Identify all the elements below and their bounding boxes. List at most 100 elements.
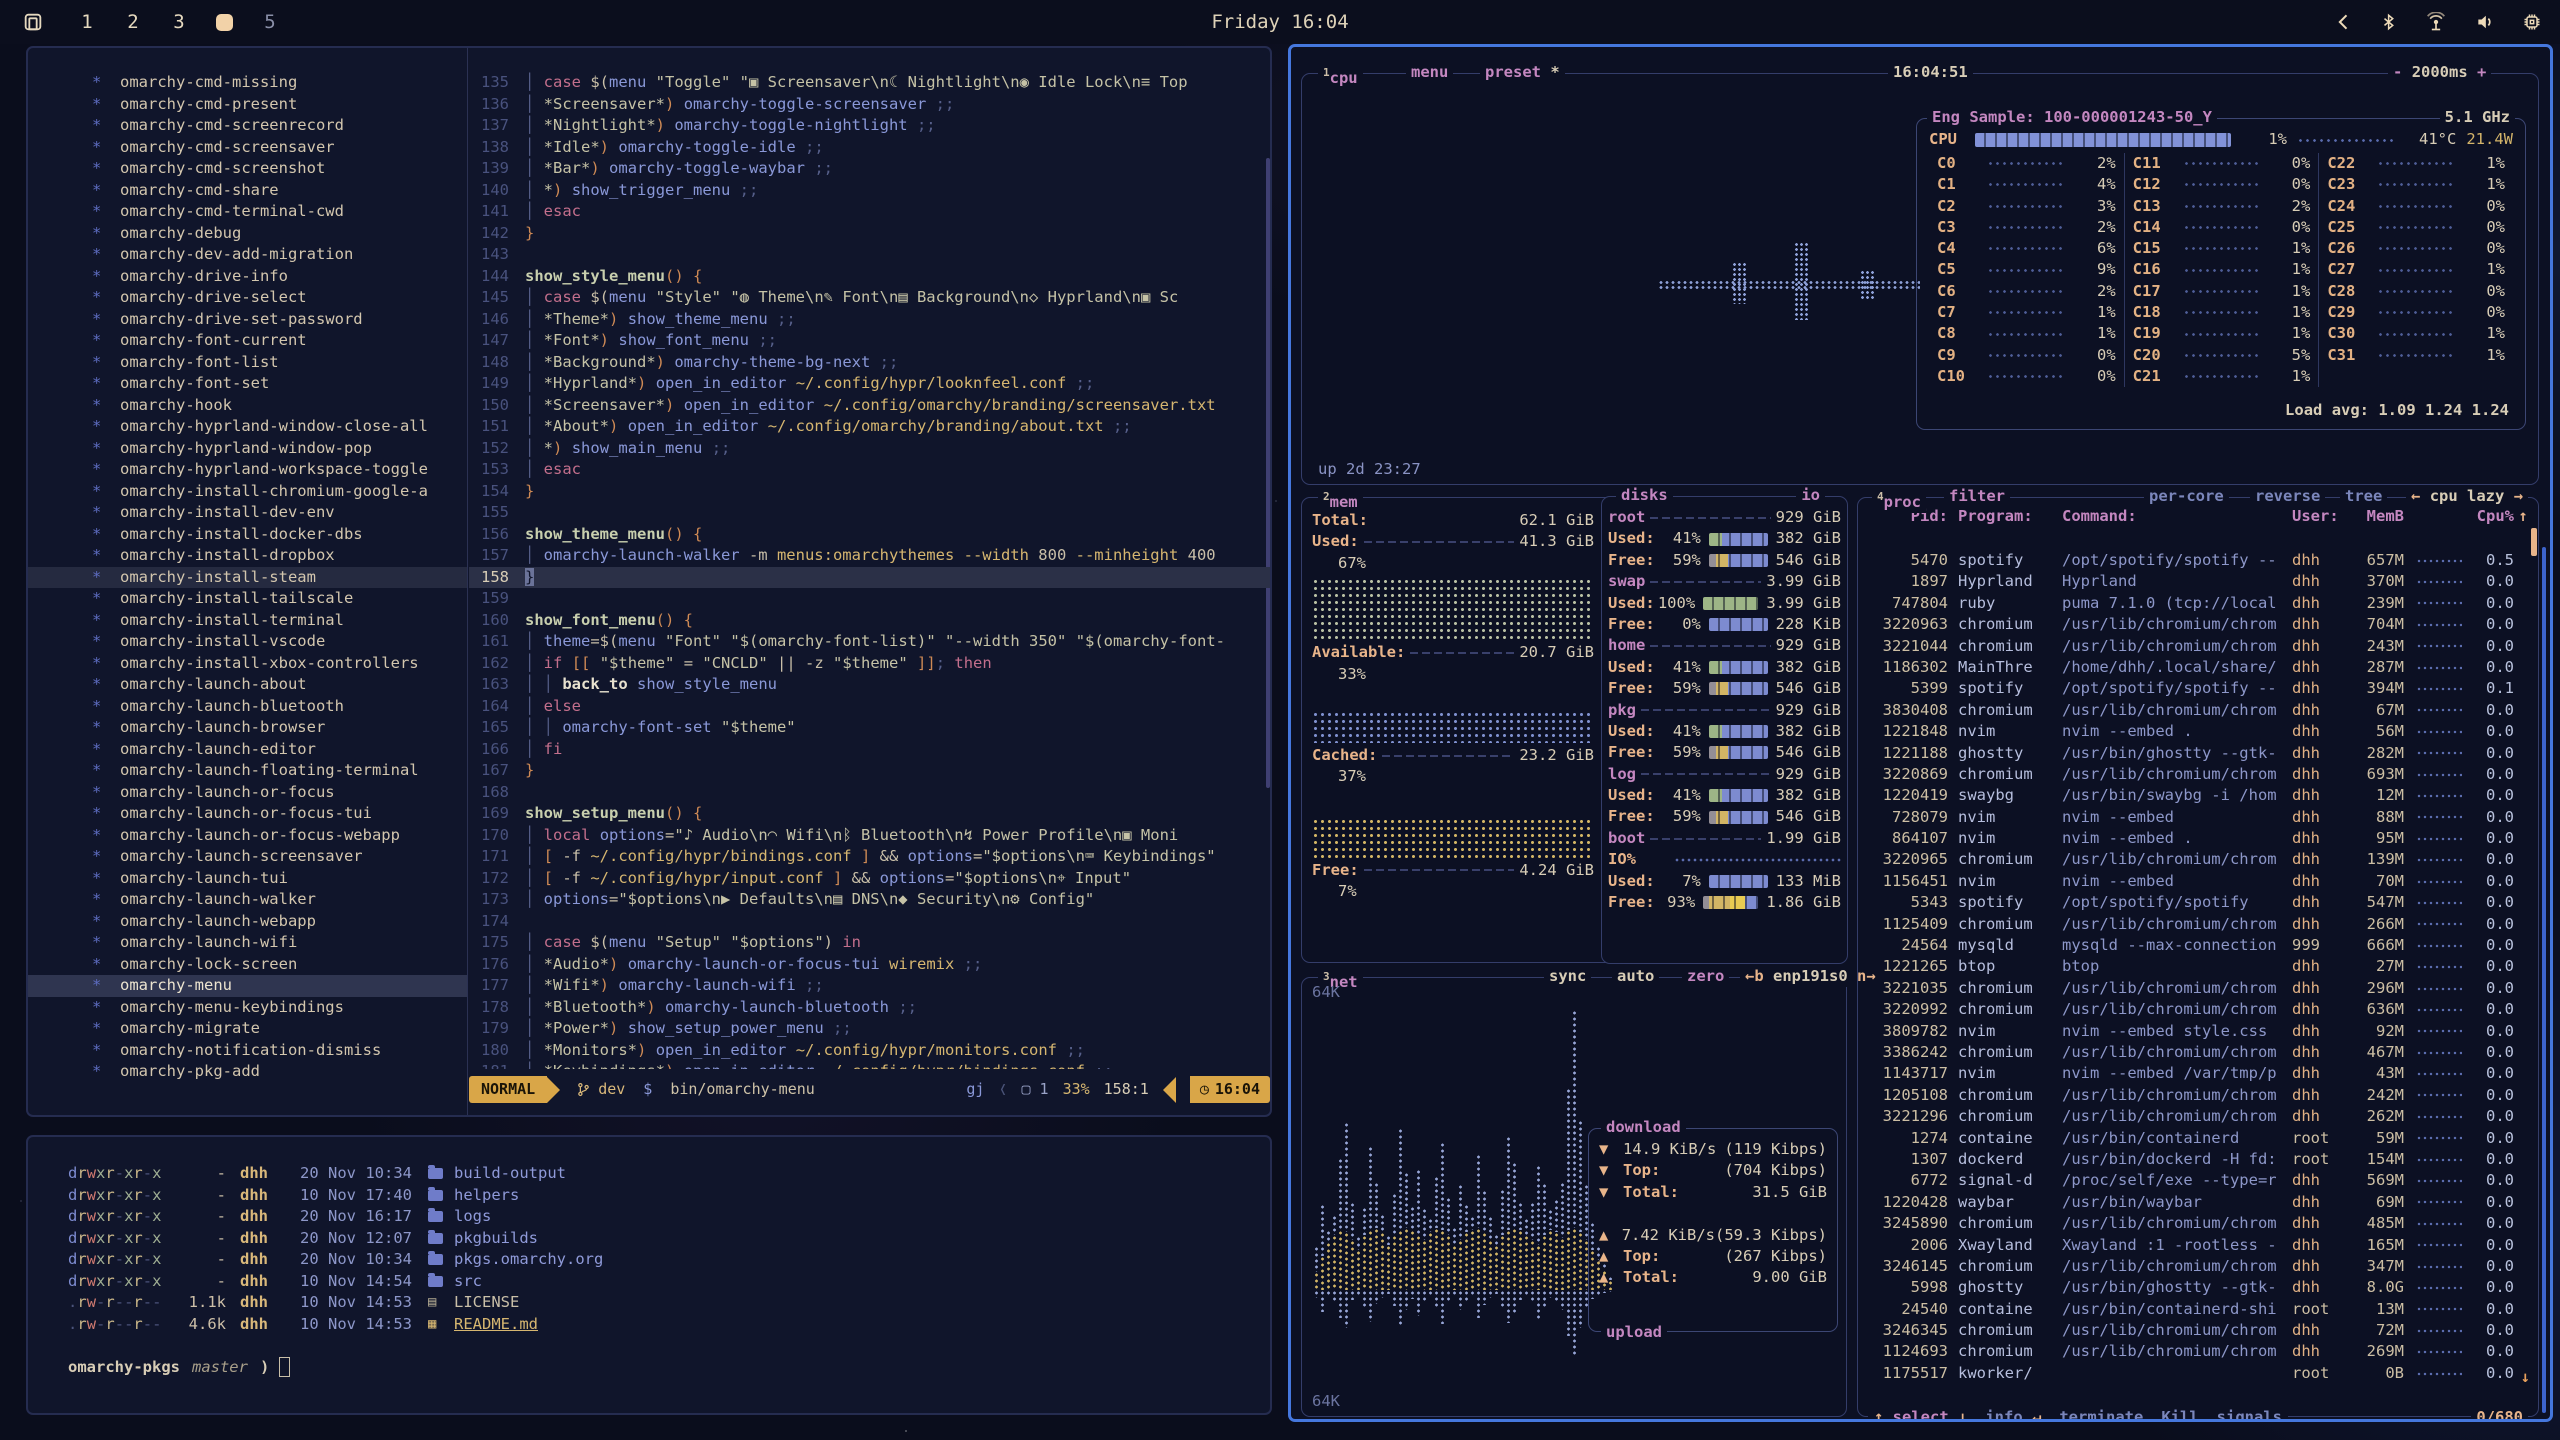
file-item[interactable]: *omarchy-cmd-share (28, 180, 467, 202)
file-item[interactable]: *omarchy-launch-bluetooth (28, 696, 467, 718)
file-item[interactable]: *omarchy-cmd-missing (28, 72, 467, 94)
file-item[interactable]: *omarchy-launch-wifi (28, 932, 467, 954)
file-item[interactable]: *omarchy-cmd-screensaver (28, 137, 467, 159)
file-list-pane[interactable]: *omarchy-cmd-missing*omarchy-cmd-present… (28, 48, 468, 1115)
file-item[interactable]: *omarchy-font-list (28, 352, 467, 374)
nvim-window[interactable]: *omarchy-cmd-missing*omarchy-cmd-present… (26, 46, 1272, 1117)
file-item[interactable]: *omarchy-dev-add-migration (28, 244, 467, 266)
workspace-2[interactable]: 2 (122, 11, 144, 33)
process-row[interactable]: 1175517kworker/root0B0.0 (1858, 1363, 2538, 1384)
wifi-icon[interactable] (2424, 12, 2448, 32)
net-sync-button[interactable]: sync (1544, 966, 1591, 987)
file-item[interactable]: *omarchy-install-chromium-google-a (28, 481, 467, 503)
io-mode-button[interactable]: io (1796, 485, 1825, 506)
process-row[interactable]: 5470spotify/opt/spotify/spotify --dhh657… (1858, 550, 2538, 571)
process-row[interactable]: 24540containe/usr/bin/containerd-shiroot… (1858, 1299, 2538, 1320)
sort-selector[interactable]: ← cpu lazy → (2406, 486, 2528, 507)
process-row[interactable]: 1274containe/usr/bin/containerdroot59M0.… (1858, 1128, 2538, 1149)
btop-window[interactable]: 1cpu menu preset * 16:04:51 - 2000ms + E… (1288, 44, 2553, 1422)
file-item[interactable]: *omarchy-drive-set-password (28, 309, 467, 331)
file-item[interactable]: *omarchy-notification-dismiss (28, 1040, 467, 1062)
file-item[interactable]: *omarchy-launch-webapp (28, 911, 467, 933)
proc-box-title[interactable]: 4proc (1872, 486, 1926, 513)
file-item[interactable]: *omarchy-pkg-add (28, 1061, 467, 1083)
file-item[interactable]: *omarchy-font-set (28, 373, 467, 395)
process-row[interactable]: 3830408chromium/usr/lib/chromium/chromdh… (1858, 700, 2538, 721)
process-row[interactable]: 1221848nvimnvim --embed .dhh56M0.0 (1858, 721, 2538, 742)
net-zero-button[interactable]: zero (1682, 966, 1729, 987)
file-item[interactable]: *omarchy-debug (28, 223, 467, 245)
file-item[interactable]: *omarchy-launch-browser (28, 717, 467, 739)
omarchy-logo-icon[interactable] (22, 11, 44, 33)
process-row[interactable]: 1221188ghostty/usr/bin/ghostty --gtk-dhh… (1858, 743, 2538, 764)
proc-footer-action[interactable]: terminate (2059, 1407, 2143, 1422)
file-item[interactable]: *omarchy-launch-or-focus (28, 782, 467, 804)
file-item[interactable]: *omarchy-hyprland-workspace-toggle (28, 459, 467, 481)
workspace-4-active[interactable] (216, 14, 233, 31)
filter-button[interactable]: filter (1944, 486, 2010, 507)
process-row[interactable]: 5343spotify/opt/spotify/spotifydhh547M0.… (1858, 892, 2538, 913)
file-item[interactable]: *omarchy-drive-select (28, 287, 467, 309)
file-item[interactable]: *omarchy-install-dev-env (28, 502, 467, 524)
file-item[interactable]: *omarchy-lock-screen (28, 954, 467, 976)
file-item[interactable]: *omarchy-launch-screensaver (28, 846, 467, 868)
file-item[interactable]: *omarchy-launch-walker (28, 889, 467, 911)
process-row[interactable]: 5998ghostty/usr/bin/ghostty --gtk-dhh8.0… (1858, 1277, 2538, 1298)
workspace-3[interactable]: 3 (168, 11, 190, 33)
file-item[interactable]: *omarchy-drive-info (28, 266, 467, 288)
btop-scrollbar[interactable] (2542, 547, 2546, 1413)
process-row[interactable]: 3221044chromium/usr/lib/chromium/chromdh… (1858, 636, 2538, 657)
process-row[interactable]: 1220419swaybg/usr/bin/swaybg -i /homdhh1… (1858, 785, 2538, 806)
preset-button[interactable]: preset * (1480, 62, 1565, 83)
file-item[interactable]: *omarchy-install-vscode (28, 631, 467, 653)
process-row[interactable]: 3220965chromium/usr/lib/chromium/chromdh… (1858, 849, 2538, 870)
process-row[interactable]: 1186302MainThre/home/dhh/.local/share/dh… (1858, 657, 2538, 678)
file-item[interactable]: *omarchy-install-docker-dbs (28, 524, 467, 546)
process-row[interactable]: 3386242chromium/usr/lib/chromium/chromdh… (1858, 1042, 2538, 1063)
chevron-left-icon[interactable] (2334, 12, 2354, 32)
menu-button[interactable]: menu (1406, 62, 1453, 83)
process-row[interactable]: 3809782nvimnvim --embed style.cssdhh92M0… (1858, 1021, 2538, 1042)
process-row[interactable]: 728079nvimnvim --embeddhh88M0.0 (1858, 807, 2538, 828)
file-item[interactable]: *omarchy-launch-editor (28, 739, 467, 761)
process-row[interactable]: 864107nvimnvim --embed .dhh95M0.0 (1858, 828, 2538, 849)
proc-footer-action[interactable]: info ↵ (1985, 1407, 2041, 1422)
code-pane[interactable]: 135│ case $(menu "Toggle" "▣ Screensaver… (469, 48, 1270, 1069)
process-row[interactable]: 3220869chromium/usr/lib/chromium/chromdh… (1858, 764, 2538, 785)
proc-footer-action[interactable]: Kill (2161, 1407, 2198, 1422)
process-row[interactable]: 1125409chromium/usr/lib/chromium/chromdh… (1858, 914, 2538, 935)
file-item[interactable]: *omarchy-launch-about (28, 674, 467, 696)
process-row[interactable]: 1221265btopbtopdhh27M0.0 (1858, 956, 2538, 977)
file-item[interactable]: *omarchy-launch-or-focus-tui (28, 803, 467, 825)
proc-scrollbar-thumb[interactable] (2531, 528, 2537, 556)
file-item[interactable]: *omarchy-install-dropbox (28, 545, 467, 567)
proc-footer-action[interactable]: ↑ select ↓ (1874, 1407, 1967, 1422)
process-row[interactable]: 2006XwaylandXwayland :1 -rootless -dhh16… (1858, 1235, 2538, 1256)
process-row[interactable]: 3246145chromium/usr/lib/chromium/chromdh… (1858, 1256, 2538, 1277)
process-row[interactable]: 1205108chromium/usr/lib/chromium/chromdh… (1858, 1085, 2538, 1106)
file-item[interactable]: *omarchy-install-terminal (28, 610, 467, 632)
file-item[interactable]: *omarchy-menu-keybindings (28, 997, 467, 1019)
process-row[interactable]: 3221035chromium/usr/lib/chromium/chromdh… (1858, 978, 2538, 999)
reverse-button[interactable]: reverse (2250, 486, 2325, 507)
file-item[interactable]: *omarchy-install-xbox-controllers (28, 653, 467, 675)
process-row[interactable]: 3245890chromium/usr/lib/chromium/chromdh… (1858, 1213, 2538, 1234)
update-interval[interactable]: - 2000ms + (2388, 62, 2491, 83)
file-item[interactable]: *omarchy-font-current (28, 330, 467, 352)
file-item[interactable]: *omarchy-launch-floating-terminal (28, 760, 467, 782)
file-item[interactable]: *omarchy-cmd-present (28, 94, 467, 116)
file-name[interactable]: pkgbuilds (454, 1228, 538, 1250)
file-item[interactable]: *omarchy-migrate (28, 1018, 467, 1040)
file-item[interactable]: *omarchy-launch-tui (28, 868, 467, 890)
file-name[interactable]: helpers (454, 1185, 519, 1207)
file-item[interactable]: *omarchy-install-tailscale (28, 588, 467, 610)
shell-prompt[interactable]: omarchy-pkgs master ) (68, 1357, 1270, 1379)
bluetooth-icon[interactable] (2380, 12, 2398, 32)
process-row[interactable]: 3220992chromium/usr/lib/chromium/chromdh… (1858, 999, 2538, 1020)
file-name[interactable]: pkgs.omarchy.org (454, 1249, 603, 1271)
cpu-box-title[interactable]: 1cpu (1318, 62, 1363, 89)
process-row[interactable]: 1143717nvimnvim --embed /var/tmp/pdhh43M… (1858, 1063, 2538, 1084)
workspace-1[interactable]: 1 (76, 11, 98, 33)
process-row[interactable]: 747804rubypuma 7.1.0 (tcp://localdhh239M… (1858, 593, 2538, 614)
file-item[interactable]: *omarchy-cmd-screenshot (28, 158, 467, 180)
